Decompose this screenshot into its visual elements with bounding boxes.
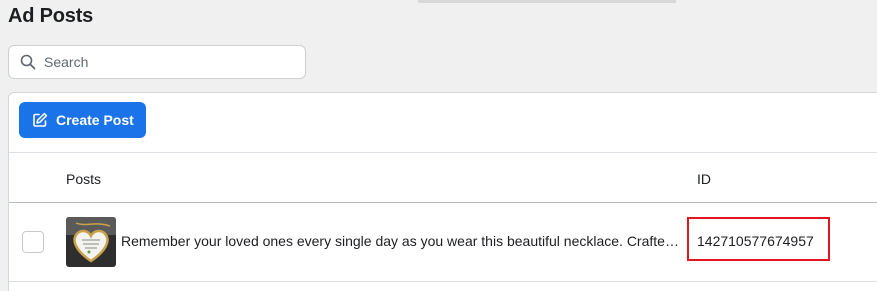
search-icon — [20, 54, 36, 70]
row-checkbox[interactable] — [22, 231, 44, 253]
row-divider — [9, 281, 877, 282]
search-box[interactable] — [8, 45, 306, 79]
toolbar-divider — [9, 152, 877, 153]
column-header-id[interactable]: ID — [697, 171, 711, 187]
header-divider — [9, 202, 877, 203]
search-input[interactable] — [44, 54, 284, 70]
create-post-button[interactable]: Create Post — [19, 102, 146, 138]
page-title: Ad Posts — [8, 5, 94, 27]
create-post-label: Create Post — [56, 112, 134, 128]
post-id: 142710577674957 — [697, 233, 814, 249]
post-text[interactable]: Remember your loved ones every single da… — [121, 233, 681, 249]
column-header-posts[interactable]: Posts — [66, 171, 101, 187]
top-strip — [418, 0, 676, 3]
posts-panel: Create Post Posts ID Remember your loved… — [8, 92, 877, 291]
post-thumbnail[interactable] — [66, 217, 116, 267]
edit-icon — [32, 112, 48, 128]
